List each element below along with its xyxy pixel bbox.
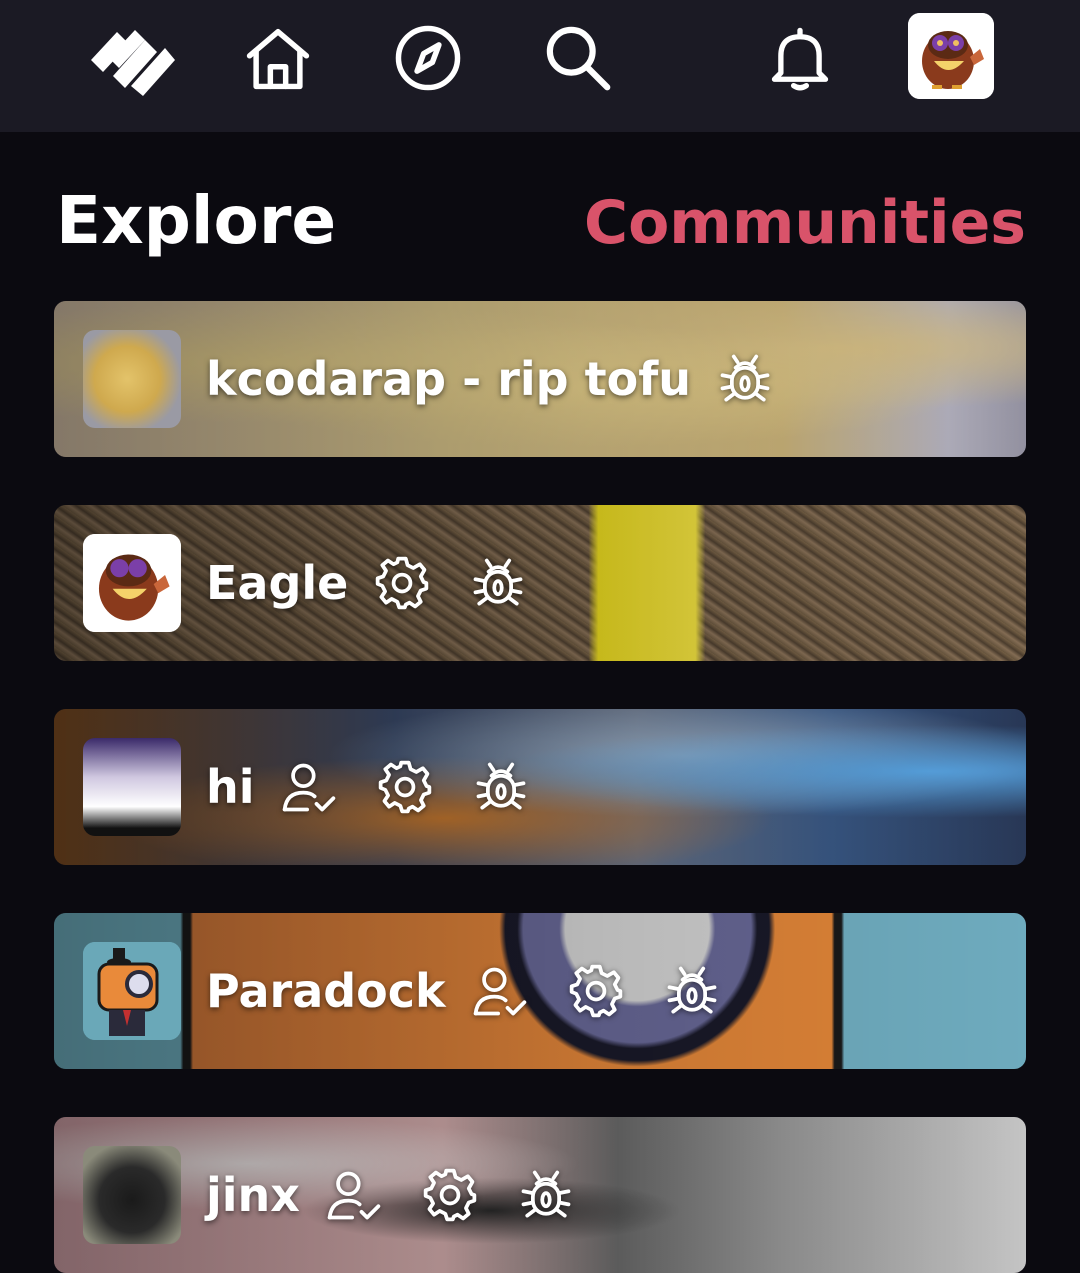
bell-icon[interactable] xyxy=(760,18,840,98)
compass-icon[interactable] xyxy=(388,18,468,98)
community-avatar xyxy=(83,1146,181,1244)
bug-icon xyxy=(713,347,777,411)
gear-icon xyxy=(418,1163,482,1227)
community-avatar xyxy=(83,738,181,836)
gear-icon xyxy=(373,755,437,819)
bug-icon xyxy=(514,1163,578,1227)
community-name: Eagle xyxy=(206,556,349,610)
community-card[interactable]: jinx xyxy=(54,1117,1026,1273)
gear-icon xyxy=(370,551,434,615)
community-card[interactable]: Eagle xyxy=(54,505,1026,661)
community-name: jinx xyxy=(206,1168,300,1222)
community-card[interactable]: kcodarap - rip tofu xyxy=(54,301,1026,457)
home-icon[interactable] xyxy=(238,18,318,98)
community-avatar xyxy=(83,942,181,1040)
community-card[interactable]: hi xyxy=(54,709,1026,865)
user-check-icon xyxy=(277,755,341,819)
top-navbar xyxy=(0,0,1080,132)
logo-stripes-icon[interactable] xyxy=(72,18,184,98)
bug-icon xyxy=(466,551,530,615)
community-name: Paradock xyxy=(206,964,446,1018)
profile-avatar[interactable] xyxy=(908,13,994,99)
bug-icon xyxy=(469,755,533,819)
bug-icon xyxy=(660,959,724,1023)
page-title: Explore xyxy=(56,182,337,259)
community-avatar xyxy=(83,534,181,632)
user-check-icon xyxy=(322,1163,386,1227)
user-check-icon xyxy=(468,959,532,1023)
community-name: kcodarap - rip tofu xyxy=(206,352,691,406)
community-avatar xyxy=(83,330,181,428)
page-heading-row: Explore Communities xyxy=(56,178,1026,268)
gear-icon xyxy=(564,959,628,1023)
communities-link[interactable]: Communities xyxy=(584,180,1026,266)
community-name: hi xyxy=(206,760,255,814)
search-icon[interactable] xyxy=(538,18,618,98)
community-card[interactable]: Paradock xyxy=(54,913,1026,1069)
